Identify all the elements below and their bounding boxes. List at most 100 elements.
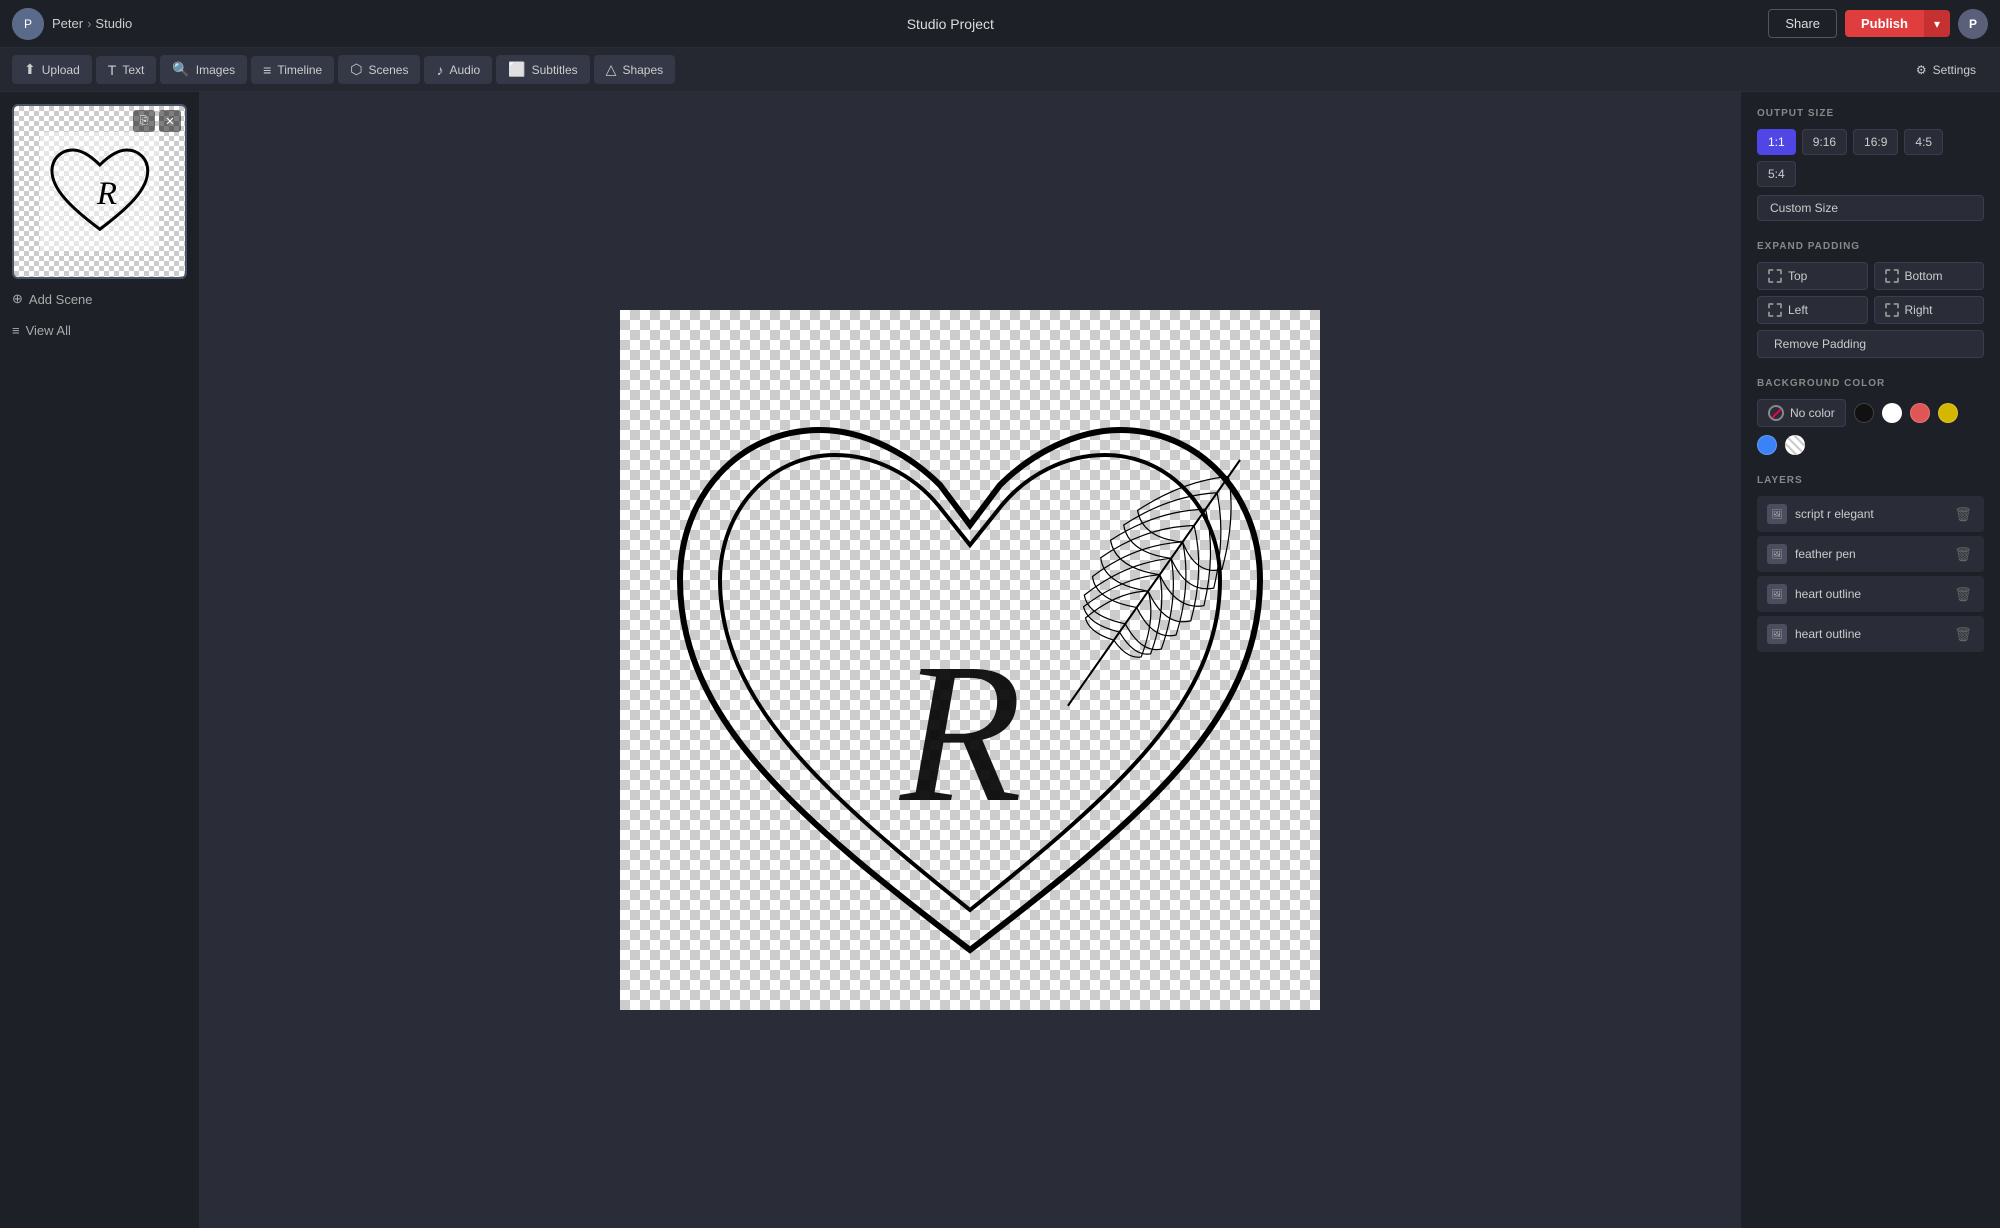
padding-left-label: Left xyxy=(1788,303,1808,317)
size-btn-4-5[interactable]: 4:5 xyxy=(1904,129,1943,155)
custom-size-button[interactable]: Custom Size xyxy=(1757,195,1984,221)
size-btn-9-16[interactable]: 9:16 xyxy=(1802,129,1847,155)
padding-bottom-label: Bottom xyxy=(1905,269,1943,283)
layer-delete-feather[interactable]: 🗑 xyxy=(1952,546,1974,563)
scenes-button[interactable]: ⬡ Scenes xyxy=(338,55,420,84)
artwork-svg: R xyxy=(620,310,1320,1010)
color-red[interactable] xyxy=(1910,403,1930,423)
color-striped[interactable] xyxy=(1785,435,1805,455)
text-button[interactable]: T Text xyxy=(96,56,157,84)
layer-delete-heart1[interactable]: 🗑 xyxy=(1952,586,1974,603)
padding-top-label: Top xyxy=(1788,269,1807,283)
publish-group: Publish ▾ xyxy=(1845,10,1950,37)
background-color-section: BACKGROUND COLOR No color xyxy=(1757,378,1984,455)
canvas-area: R xyxy=(200,92,1740,1228)
layer-icon-feather: 🖼 xyxy=(1767,544,1787,564)
padding-right-icon xyxy=(1885,303,1899,317)
subtitles-icon: ⬜ xyxy=(508,61,525,78)
upload-button[interactable]: ⬆ Upload xyxy=(12,55,92,84)
layers-list: 🖼 script r elegant 🗑 🖼 feather pen 🗑 🖼 h… xyxy=(1757,496,1984,652)
svg-text:P: P xyxy=(24,17,32,31)
layer-icon-heart2: 🖼 xyxy=(1767,624,1787,644)
breadcrumb: Peter › Studio xyxy=(52,16,132,31)
padding-left-button[interactable]: Left xyxy=(1757,296,1868,324)
padding-bottom-icon xyxy=(1885,269,1899,283)
layers-label: LAYERS xyxy=(1757,475,1984,486)
view-all-button[interactable]: ≡ View All xyxy=(12,319,187,342)
expand-padding-label: EXPAND PADDING xyxy=(1757,241,1984,252)
top-bar-right: Share Publish ▾ P xyxy=(1768,9,1988,39)
text-label: Text xyxy=(122,63,144,77)
color-blue[interactable] xyxy=(1757,435,1777,455)
size-btn-16-9[interactable]: 16:9 xyxy=(1853,129,1898,155)
color-black[interactable] xyxy=(1854,403,1874,423)
text-icon: T xyxy=(108,62,117,78)
svg-text:R: R xyxy=(96,175,117,211)
no-color-button[interactable]: No color xyxy=(1757,399,1846,427)
output-size-label: OUTPUT SIZE xyxy=(1757,108,1984,119)
layer-delete-heart2[interactable]: 🗑 xyxy=(1952,626,1974,643)
shapes-icon: △ xyxy=(606,61,617,78)
padding-right-button[interactable]: Right xyxy=(1874,296,1985,324)
images-label: Images xyxy=(196,63,235,77)
padding-top-icon xyxy=(1768,269,1782,283)
scene-copy-button[interactable]: ⎘ xyxy=(133,110,155,132)
subtitles-button[interactable]: ⬜ Subtitles xyxy=(496,55,589,84)
remove-padding-button[interactable]: Remove Padding xyxy=(1757,330,1984,358)
publish-dropdown-button[interactable]: ▾ xyxy=(1924,10,1950,37)
add-scene-label: Add Scene xyxy=(29,292,93,307)
layer-name-heart2: heart outline xyxy=(1795,627,1944,641)
breadcrumb-section: Studio xyxy=(95,16,132,31)
padding-grid: Top Bottom Left Right xyxy=(1757,262,1984,324)
images-button[interactable]: 🔍 Images xyxy=(160,55,247,84)
layer-name-feather: feather pen xyxy=(1795,547,1944,561)
layer-item-script[interactable]: 🖼 script r elegant 🗑 xyxy=(1757,496,1984,532)
no-color-icon xyxy=(1768,405,1784,421)
timeline-label: Timeline xyxy=(277,63,322,77)
padding-bottom-button[interactable]: Bottom xyxy=(1874,262,1985,290)
canvas-content: R xyxy=(620,310,1320,1010)
color-white[interactable] xyxy=(1882,403,1902,423)
padding-left-icon xyxy=(1768,303,1782,317)
project-title: Studio Project xyxy=(907,16,994,32)
color-yellow[interactable] xyxy=(1938,403,1958,423)
padding-top-button[interactable]: Top xyxy=(1757,262,1868,290)
layer-item-feather[interactable]: 🖼 feather pen 🗑 xyxy=(1757,536,1984,572)
breadcrumb-user[interactable]: Peter xyxy=(52,16,83,31)
timeline-button[interactable]: ≡ Timeline xyxy=(251,56,334,84)
settings-icon: ⚙ xyxy=(1916,63,1927,77)
remove-padding-label: Remove Padding xyxy=(1774,337,1866,351)
layer-delete-script[interactable]: 🗑 xyxy=(1952,506,1974,523)
output-size-section: OUTPUT SIZE 1:1 9:16 16:9 4:5 5:4 Custom… xyxy=(1757,108,1984,221)
layer-icon-heart1: 🖼 xyxy=(1767,584,1787,604)
right-panel: OUTPUT SIZE 1:1 9:16 16:9 4:5 5:4 Custom… xyxy=(1740,92,2000,1228)
size-btn-1-1[interactable]: 1:1 xyxy=(1757,129,1796,155)
settings-button[interactable]: ⚙ Settings xyxy=(1904,57,1988,83)
layer-name-heart1: heart outline xyxy=(1795,587,1944,601)
view-all-label: View All xyxy=(26,323,71,338)
color-row: No color xyxy=(1757,399,1984,455)
breadcrumb-sep: › xyxy=(87,16,91,31)
add-icon: ⊕ xyxy=(12,291,23,307)
avatar: P xyxy=(12,8,44,40)
scenes-icon: ⬡ xyxy=(350,61,362,78)
audio-button[interactable]: ♪ Audio xyxy=(424,56,492,84)
subtitles-label: Subtitles xyxy=(532,63,578,77)
sidebar: R ⎘ ✕ ⊕ Add Scene ≡ View All xyxy=(0,92,200,1228)
scene-thumbnail[interactable]: R ⎘ ✕ xyxy=(12,104,187,279)
add-scene-button[interactable]: ⊕ Add Scene xyxy=(12,287,187,311)
size-btn-5-4[interactable]: 5:4 xyxy=(1757,161,1796,187)
scene-delete-button[interactable]: ✕ xyxy=(159,110,181,132)
share-button[interactable]: Share xyxy=(1768,9,1837,38)
top-bar: P Peter › Studio Studio Project Share Pu… xyxy=(0,0,2000,48)
shapes-button[interactable]: △ Shapes xyxy=(594,55,675,84)
upload-label: Upload xyxy=(42,63,80,77)
scene-thumb-overlay: ⎘ ✕ xyxy=(133,110,181,132)
publish-button[interactable]: Publish xyxy=(1845,10,1924,37)
top-bar-left: P Peter › Studio xyxy=(12,8,132,40)
svg-text:R: R xyxy=(898,623,1022,844)
background-color-label: BACKGROUND COLOR xyxy=(1757,378,1984,389)
main-layout: R ⎘ ✕ ⊕ Add Scene ≡ View All xyxy=(0,92,2000,1228)
layer-item-heart2[interactable]: 🖼 heart outline 🗑 xyxy=(1757,616,1984,652)
layer-item-heart1[interactable]: 🖼 heart outline 🗑 xyxy=(1757,576,1984,612)
